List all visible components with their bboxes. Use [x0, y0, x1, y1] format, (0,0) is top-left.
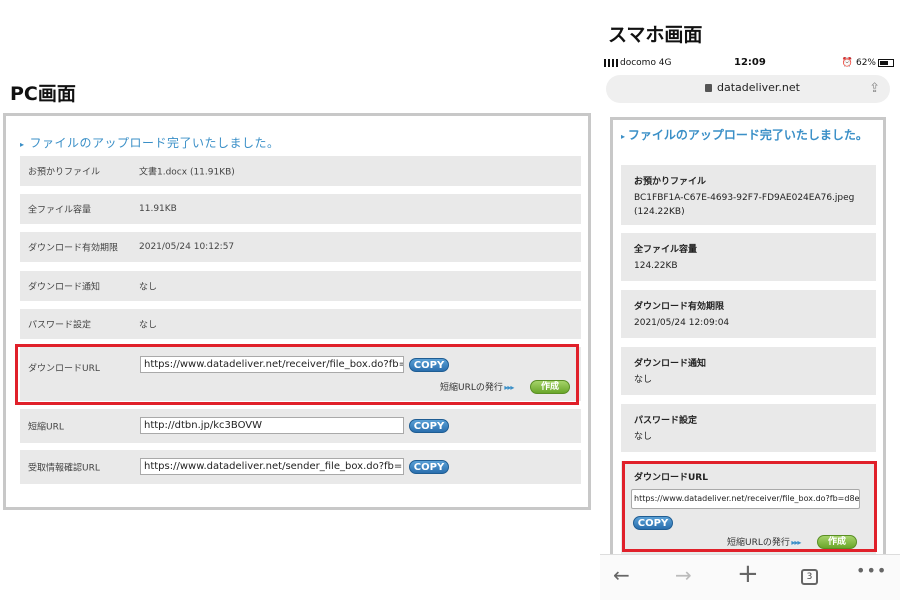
status-bar: docomo 4G 12:09 ⏰ 62% — [600, 50, 900, 76]
pc-row-short-url: 短縮URL http://dtbn.jp/kc3BOVW COPY — [20, 409, 581, 443]
tabs-icon[interactable]: 3 — [801, 569, 818, 585]
phone-row-password: パスワード設定 なし — [621, 404, 876, 452]
row-label: パスワード設定 — [28, 320, 92, 331]
phone-row-notify: ダウンロード通知 なし — [621, 347, 876, 395]
row-label: ダウンロード通知 — [634, 359, 707, 369]
phone-row-total-size: 全ファイル容量 124.22KB — [621, 233, 876, 281]
battery-icon — [878, 58, 894, 67]
row-label: お預かりファイル — [634, 177, 707, 187]
forward-icon[interactable]: → — [675, 563, 692, 587]
new-tab-icon[interactable]: + — [737, 559, 759, 589]
lock-icon — [705, 84, 712, 92]
short-url-field[interactable]: http://dtbn.jp/kc3BOVW — [140, 417, 404, 434]
row-label: ダウンロード有効期限 — [28, 243, 119, 254]
receipt-url-field[interactable]: https://www.datadeliver.net/sender_file_… — [140, 458, 404, 475]
pc-upload-complete-panel: ▸ ファイルのアップロード完了いたしました。 お預かりファイル 文書1.docx … — [3, 113, 591, 510]
pc-row-password: パスワード設定 なし — [20, 309, 581, 339]
alarm-icon: ⏰ — [841, 58, 856, 68]
row-label: 全ファイル容量 — [634, 245, 698, 255]
triangle-icon: ▸ — [20, 140, 25, 149]
row-label: 全ファイル容量 — [28, 205, 92, 216]
row-label: 受取情報確認URL — [28, 463, 100, 474]
pc-row-expiry: ダウンロード有効期限 2021/05/24 10:12:57 — [20, 232, 581, 262]
row-value: 文書1.docx (11.91KB) — [139, 167, 235, 178]
signal-icon — [604, 58, 618, 67]
browser-toolbar: ← → + 3 ••• — [600, 554, 900, 600]
row-value: 2021/05/24 10:12:57 — [139, 242, 235, 252]
copy-receipt-url-button[interactable]: COPY — [409, 460, 449, 474]
status-time: 12:09 — [734, 57, 766, 68]
more-icon[interactable]: ••• — [856, 561, 887, 580]
pc-row-receipt-url: 受取情報確認URL https://www.datadeliver.net/se… — [20, 450, 581, 484]
row-label: ダウンロード有効期限 — [634, 302, 725, 312]
row-label: ダウンロード通知 — [28, 282, 101, 293]
pc-row-total-size: 全ファイル容量 11.91KB — [20, 194, 581, 224]
triangle-icon: ▸ — [621, 132, 628, 141]
phone-download-url-highlight — [622, 461, 877, 552]
row-label: パスワード設定 — [634, 416, 698, 426]
row-value: なし — [139, 282, 158, 293]
address-domain: datadeliver.net — [717, 81, 800, 94]
pc-title: ▸ ファイルのアップロード完了いたしました。 — [20, 136, 280, 150]
row-label: 短縮URL — [28, 422, 64, 433]
phone-row-file: お預かりファイル BC1FBF1A-C67E-4693-92F7-FD9AE02… — [621, 165, 876, 225]
address-bar[interactable]: datadeliver.net ⇪ — [606, 75, 890, 103]
pc-row-file: お預かりファイル 文書1.docx (11.91KB) — [20, 156, 581, 186]
row-value: BC1FBF1A-C67E-4693-92F7-FD9AE024EA76.jpe… — [634, 193, 855, 203]
row-value: なし — [634, 375, 653, 385]
copy-short-url-button[interactable]: COPY — [409, 419, 449, 433]
pc-row-notify: ダウンロード通知 なし — [20, 271, 581, 301]
row-value-size: (124.22KB) — [634, 207, 685, 217]
share-icon[interactable]: ⇪ — [869, 81, 880, 96]
back-icon[interactable]: ← — [613, 563, 630, 587]
phone-screen: docomo 4G 12:09 ⏰ 62% datadeliver.net ⇪ … — [600, 50, 900, 600]
phone-row-expiry: ダウンロード有効期限 2021/05/24 12:09:04 — [621, 290, 876, 338]
row-value: 124.22KB — [634, 261, 678, 271]
row-value: なし — [139, 320, 158, 331]
pc-screen-heading: PC画面 — [10, 83, 76, 105]
phone-title: ▸ ファイルのアップロード完了いたしました。 — [621, 128, 868, 142]
row-label: お預かりファイル — [28, 167, 101, 178]
pc-download-url-highlight — [15, 344, 579, 405]
row-value: 11.91KB — [139, 204, 177, 214]
phone-screen-heading: スマホ画面 — [608, 24, 703, 46]
row-value: なし — [634, 432, 653, 442]
row-value: 2021/05/24 12:09:04 — [634, 318, 730, 328]
